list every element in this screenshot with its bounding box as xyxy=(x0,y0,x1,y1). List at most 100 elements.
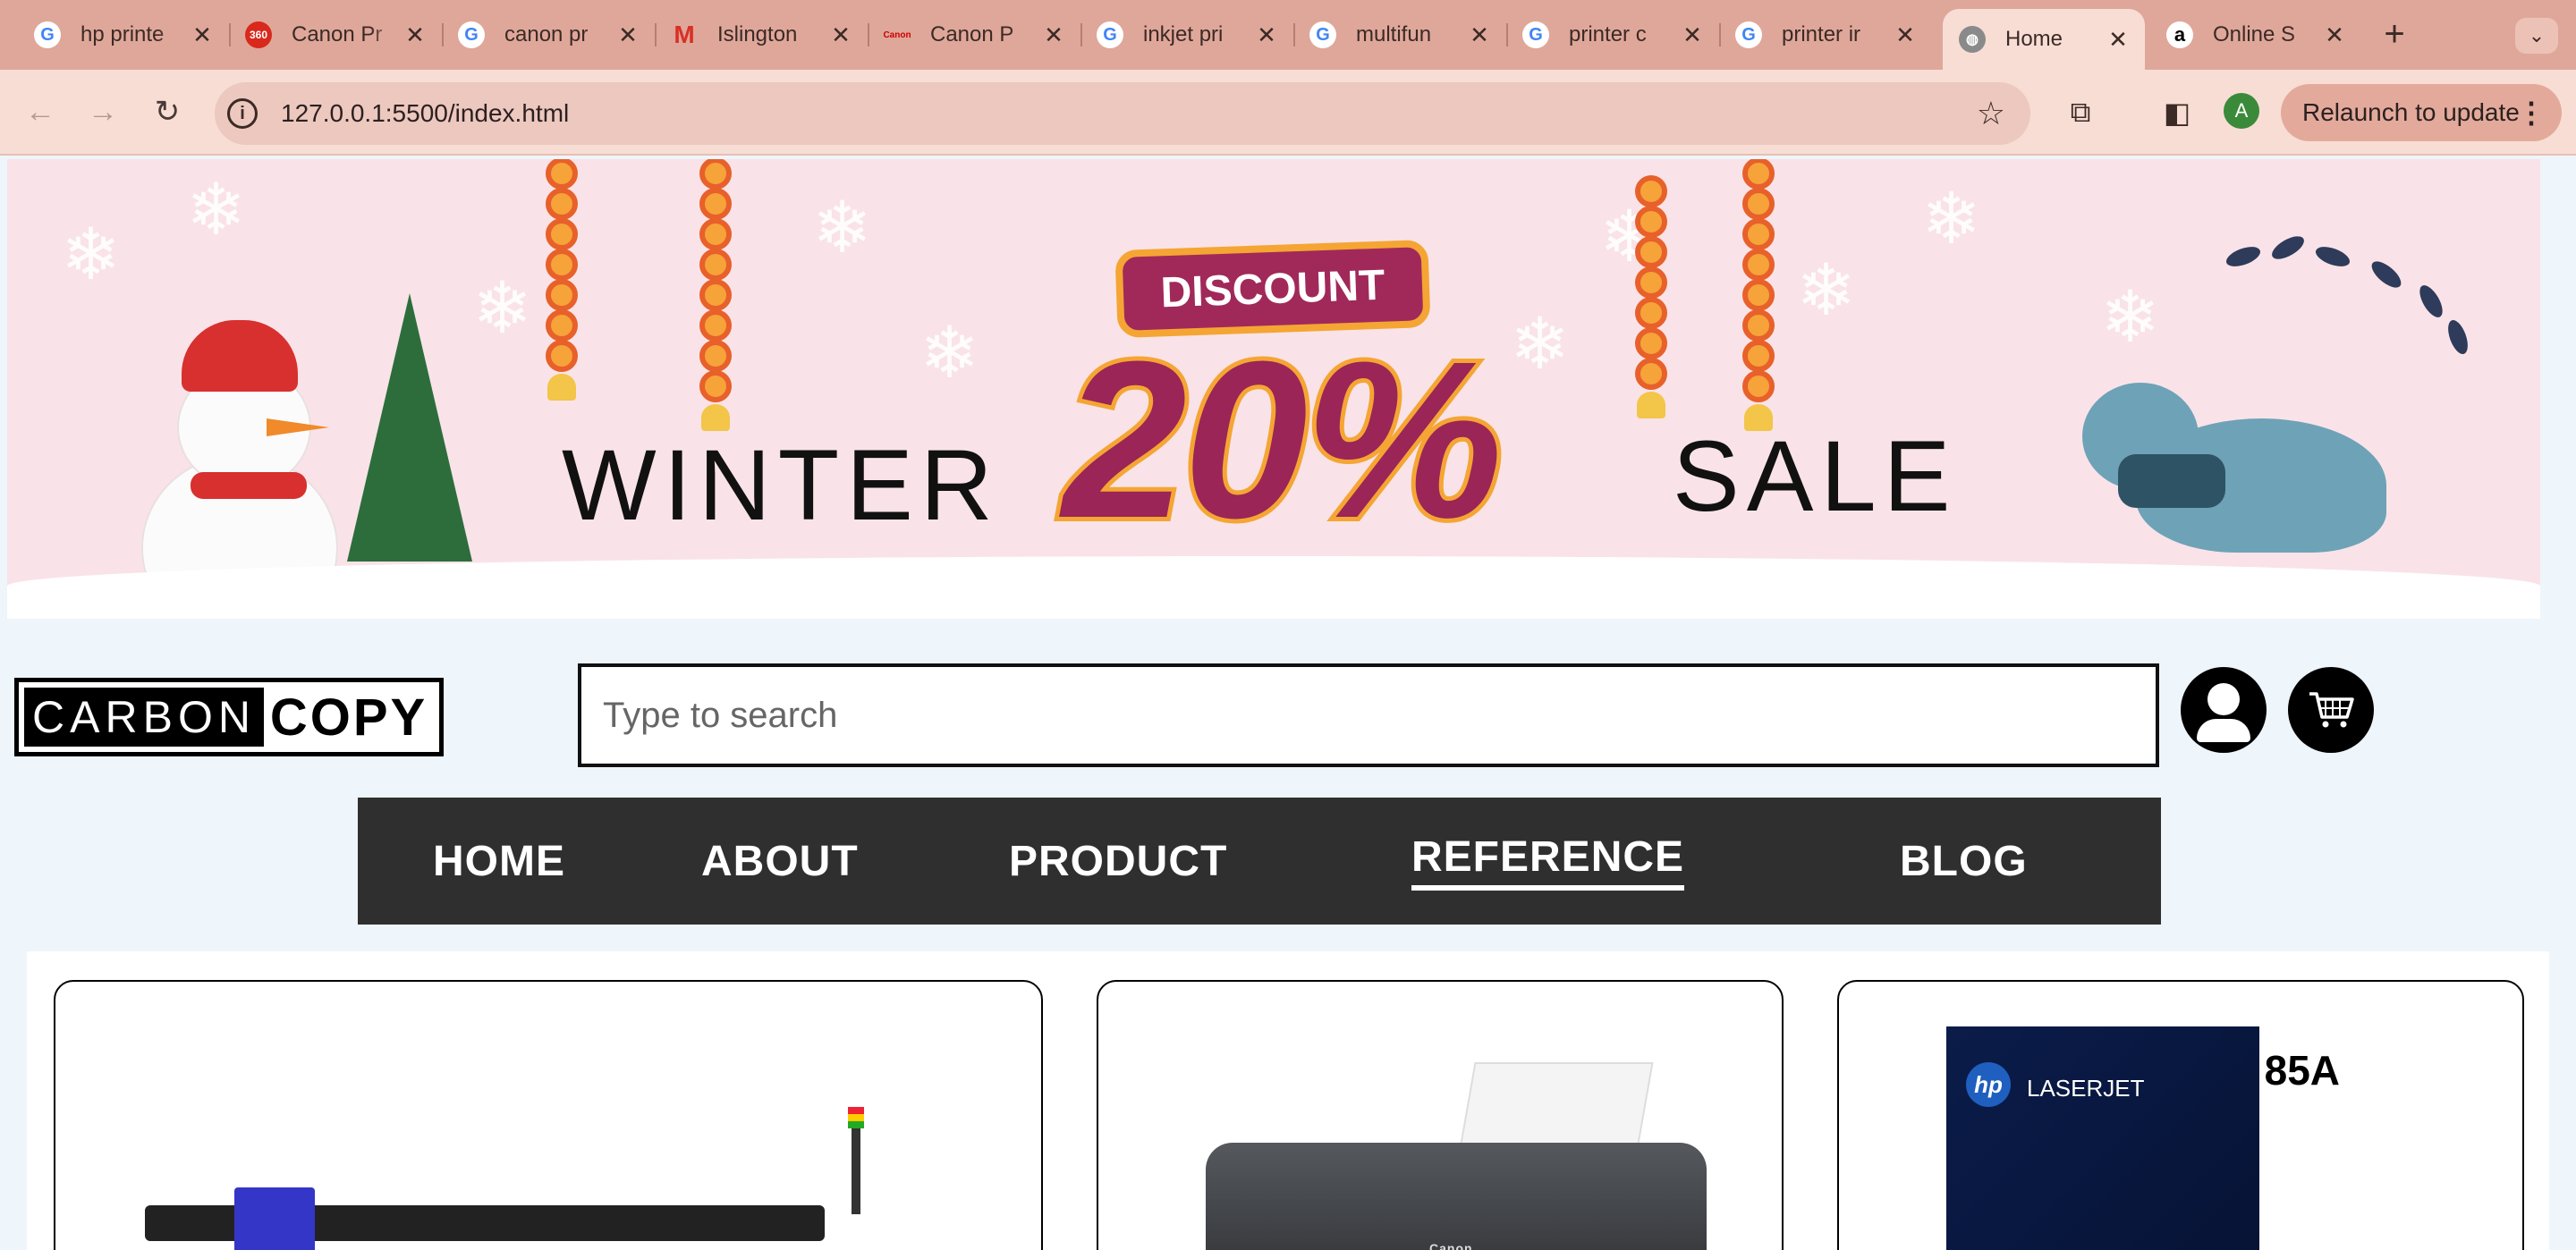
snowflake-icon: ❄ xyxy=(472,268,533,348)
flower-garland xyxy=(698,159,733,431)
banner-winter-text: WINTER xyxy=(562,429,1000,541)
shopping-cart-icon xyxy=(2309,692,2354,728)
nav-reference[interactable]: REFERENCE xyxy=(1411,798,1685,925)
snowflake-icon: ❄ xyxy=(1796,250,1857,330)
inkjet-printer-image: Canon xyxy=(1206,1062,1707,1250)
flower-garland xyxy=(544,159,580,401)
google-icon: G xyxy=(34,21,61,48)
nav-home[interactable]: HOME xyxy=(433,798,565,925)
tab-title: Canon P xyxy=(930,22,1014,46)
close-tab-icon[interactable]: ✕ xyxy=(1469,21,1490,49)
snowflake-icon: ❄ xyxy=(1921,179,1982,258)
product-card[interactable] xyxy=(54,980,1043,1250)
account-button[interactable] xyxy=(2181,667,2267,753)
snowflake-icon: ❄ xyxy=(919,313,980,393)
nav-about[interactable]: ABOUT xyxy=(701,798,859,925)
search-input[interactable] xyxy=(578,663,2159,767)
logo-copy-text: COPY xyxy=(269,688,428,747)
logo-carbon-text: CARBON xyxy=(24,688,264,747)
tab-title: Online S xyxy=(2213,22,2296,46)
more-menu-icon[interactable]: ⋮ xyxy=(2517,96,2546,130)
berry-branch-illustration xyxy=(2190,213,2512,374)
toner-model-text: 85A xyxy=(2264,1047,2340,1094)
tab-title: hp printe xyxy=(80,22,165,46)
product-card[interactable]: hp LASERJET 85A xyxy=(1837,980,2524,1250)
nav-product[interactable]: PRODUCT xyxy=(1009,798,1227,925)
browser-tab[interactable]: G canon pr ✕ xyxy=(442,11,657,59)
pine-tree-illustration xyxy=(347,293,472,562)
extensions-icon[interactable]: ⧉ xyxy=(2061,93,2100,132)
browser-toolbar: ← → ↻ i 127.0.0.1:5500/index.html ☆ ⧉ ◧ xyxy=(0,70,2576,156)
chevron-down-icon: ⌄ xyxy=(2528,24,2546,46)
tab-title: Home xyxy=(2005,27,2063,51)
close-tab-icon[interactable]: ✕ xyxy=(830,21,852,49)
relaunch-button[interactable]: Relaunch to update ⋮ xyxy=(2281,84,2562,141)
browser-tab[interactable]: G printer ir ✕ xyxy=(1719,11,1932,59)
toner-cartridge-image: hp LASERJET 85A xyxy=(1946,1026,2411,1250)
close-tab-icon[interactable]: ✕ xyxy=(1043,21,1064,49)
hp-logo: hp xyxy=(1966,1062,2011,1107)
close-tab-icon[interactable]: ✕ xyxy=(2107,26,2129,54)
canon-360-icon: 360 xyxy=(245,21,272,48)
address-bar[interactable]: i 127.0.0.1:5500/index.html ☆ xyxy=(215,82,2030,145)
forward-button[interactable]: → xyxy=(80,89,125,134)
browser-tab[interactable]: G multifun ✕ xyxy=(1293,11,1508,59)
browser-tab[interactable]: 360 Canon Pr ✕ xyxy=(229,11,444,59)
web-page: ❄ ❄ ❄ ❄ ❄ ❄ ❄ ❄ ❄ ❄ WINTER DISCOUNT 20% … xyxy=(0,156,2576,1250)
winter-sale-banner[interactable]: ❄ ❄ ❄ ❄ ❄ ❄ ❄ ❄ ❄ ❄ WINTER DISCOUNT 20% … xyxy=(7,159,2540,619)
browser-tab[interactable]: a Online S ✕ xyxy=(2150,11,2361,59)
google-icon: G xyxy=(1522,21,1549,48)
tab-title: multifun xyxy=(1356,22,1432,46)
new-tab-button[interactable]: + xyxy=(2375,16,2414,52)
close-tab-icon[interactable]: ✕ xyxy=(1682,21,1703,49)
nav-blog-label: BLOG xyxy=(1900,837,2028,885)
polar-bear-illustration xyxy=(2082,383,2404,562)
nav-product-label: PRODUCT xyxy=(1009,837,1228,885)
flower-garland xyxy=(1741,159,1776,431)
close-tab-icon[interactable]: ✕ xyxy=(617,21,639,49)
reload-button[interactable]: ↻ xyxy=(145,89,190,134)
browser-tab[interactable]: Canon Canon P ✕ xyxy=(868,11,1082,59)
browser-tab[interactable]: M Islington ✕ xyxy=(655,11,869,59)
canon-brand-text: Canon xyxy=(1429,1241,1473,1250)
tab-title: inkjet pri xyxy=(1143,22,1224,46)
product-section: Canon hp LASERJET 85A xyxy=(27,951,2549,1250)
snowflake-icon: ❄ xyxy=(186,170,247,249)
side-panel-icon[interactable]: ◧ xyxy=(2157,93,2197,132)
close-tab-icon[interactable]: ✕ xyxy=(1256,21,1277,49)
google-icon: G xyxy=(1309,21,1336,48)
arrow-left-icon: ← xyxy=(25,94,55,129)
close-tab-icon[interactable]: ✕ xyxy=(2324,21,2345,49)
tab-title: Islington xyxy=(717,22,798,46)
amazon-icon: a xyxy=(2166,21,2193,48)
arrow-right-icon: → xyxy=(88,94,118,129)
tab-search-button[interactable]: ⌄ xyxy=(2515,18,2558,54)
discount-percent: 20% xyxy=(1058,310,1507,569)
product-card[interactable]: Canon xyxy=(1097,980,1784,1250)
browser-tab[interactable]: G inkjet pri ✕ xyxy=(1080,11,1295,59)
carbon-copy-logo[interactable]: CARBON COPY xyxy=(14,678,444,756)
close-tab-icon[interactable]: ✕ xyxy=(1894,21,1916,49)
cart-button[interactable] xyxy=(2288,667,2374,753)
snow-ground xyxy=(7,556,2540,619)
tab-title: Canon Pr xyxy=(292,22,383,46)
browser-tab[interactable]: G hp printe ✕ xyxy=(18,11,231,59)
site-info-icon[interactable]: i xyxy=(227,98,258,129)
google-icon: G xyxy=(1097,21,1123,48)
main-nav: HOME ABOUT PRODUCT REFERENCE BLOG xyxy=(358,798,2161,925)
nav-blog[interactable]: BLOG xyxy=(1900,798,2028,925)
browser-tab-active[interactable]: ◍ Home ✕ xyxy=(1943,9,2145,70)
close-tab-icon[interactable]: ✕ xyxy=(191,21,213,49)
banner-sale-text: SALE xyxy=(1673,420,1958,532)
url-text[interactable]: 127.0.0.1:5500/index.html xyxy=(281,99,569,128)
tab-strip: G hp printe ✕ 360 Canon Pr ✕ G canon pr … xyxy=(0,0,2576,70)
back-button[interactable]: ← xyxy=(18,89,63,134)
profile-avatar[interactable]: A xyxy=(2224,93,2259,129)
nav-reference-label: REFERENCE xyxy=(1411,832,1685,891)
google-icon: G xyxy=(458,21,485,48)
bookmark-star-icon[interactable]: ☆ xyxy=(1977,95,2005,132)
browser-tab[interactable]: G printer c ✕ xyxy=(1506,11,1721,59)
close-tab-icon[interactable]: ✕ xyxy=(404,21,426,49)
snowflake-icon: ❄ xyxy=(812,188,873,267)
reload-icon: ↻ xyxy=(154,95,181,129)
